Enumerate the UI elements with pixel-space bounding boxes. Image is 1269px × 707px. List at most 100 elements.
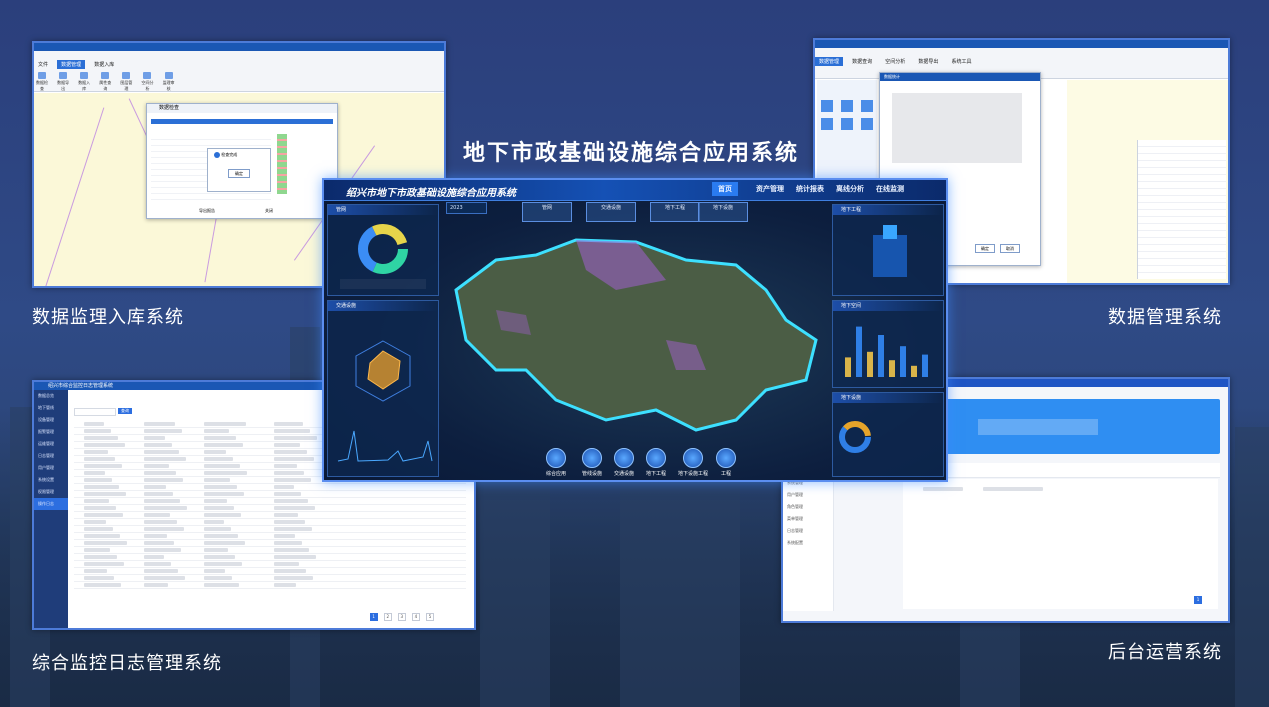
tool-icon[interactable] [841, 100, 853, 112]
ribbon-tab[interactable]: 数据导出 [914, 57, 942, 66]
nav-offline-analysis[interactable]: 离线分析 [836, 184, 864, 194]
sidebar-item[interactable]: 系统设置 [34, 474, 68, 486]
ribbon-tab[interactable]: 数据管理 [57, 60, 86, 69]
btn-pipeline[interactable]: 管线设施 [582, 448, 602, 477]
ribbon-button[interactable]: 图层管理 [119, 72, 133, 92]
sidebar-item[interactable]: 用户管理 [34, 462, 68, 474]
sidebar-item[interactable]: 地下管线 [34, 402, 68, 414]
tool-icon[interactable] [821, 118, 833, 130]
page-button[interactable]: 1 [369, 613, 378, 621]
blurred-cell [144, 534, 167, 538]
sidebar-item[interactable]: 报警管理 [34, 426, 68, 438]
sidebar-item[interactable]: 角色管理 [783, 501, 833, 513]
ok-button[interactable]: 确定 [975, 244, 995, 253]
sidebar-item[interactable]: 用户管理 [783, 489, 833, 501]
sidebar-item[interactable]: 数据总览 [34, 390, 68, 402]
btn-underground-eng[interactable]: 地下工程 [646, 448, 666, 477]
table-row[interactable] [74, 527, 466, 533]
tool-icon[interactable] [841, 118, 853, 130]
blurred-cell [204, 499, 227, 503]
page-button[interactable]: 1 [1194, 596, 1202, 604]
nav-reports[interactable]: 统计报表 [796, 184, 824, 194]
btn-engineering[interactable]: 工程 [716, 448, 736, 477]
tool-icon[interactable] [861, 100, 873, 112]
ring-chart [839, 421, 871, 453]
city-map[interactable] [436, 220, 828, 442]
blurred-cell [274, 562, 299, 566]
blurred-cell [204, 576, 232, 580]
ribbon-tab[interactable]: 数据查询 [848, 57, 876, 66]
table-row[interactable] [74, 485, 466, 491]
page-button[interactable]: 3 [397, 613, 406, 621]
cancel-button[interactable]: 取消 [1000, 244, 1020, 253]
blurred-cell [274, 457, 314, 461]
nav-online-monitor[interactable]: 在线监测 [876, 184, 904, 194]
spark-line [337, 430, 433, 462]
bar [878, 335, 884, 377]
sidebar-item-active[interactable]: 操作日志 [34, 498, 68, 510]
table-row[interactable] [74, 492, 466, 498]
tag-pipeline[interactable]: 管网 [522, 202, 572, 222]
table-row[interactable] [74, 506, 466, 512]
map-road [44, 107, 105, 286]
page-button[interactable]: 4 [411, 613, 420, 621]
search-button[interactable]: 查询 [118, 408, 132, 414]
table-row[interactable] [74, 541, 466, 547]
table-row[interactable] [74, 548, 466, 554]
page-button[interactable]: 2 [383, 613, 392, 621]
sidebar-item[interactable]: 设备管理 [34, 414, 68, 426]
ribbon-tab[interactable]: 数据管理 [815, 57, 844, 66]
panel-title: 地下工程 [833, 205, 943, 215]
blurred-cell [204, 562, 242, 566]
year-select[interactable]: 2023 [446, 202, 487, 214]
table-row[interactable] [74, 583, 466, 589]
table-row[interactable] [74, 555, 466, 561]
blurred-cell [84, 471, 105, 475]
ribbon-tab[interactable]: 文件 [34, 60, 52, 69]
legend-area [340, 279, 426, 289]
table-row[interactable] [74, 513, 466, 519]
ok-button[interactable]: 确定 [228, 169, 250, 178]
table-row[interactable] [74, 534, 466, 540]
blurred-cell [274, 569, 306, 573]
close-button[interactable]: 关闭 [265, 208, 273, 214]
table-row[interactable] [74, 499, 466, 505]
sidebar-item[interactable]: 日志管理 [783, 525, 833, 537]
tool-icon[interactable] [861, 118, 873, 130]
table-row[interactable] [74, 562, 466, 568]
sidebar-item[interactable]: 系统配置 [783, 537, 833, 549]
ribbon-tab[interactable]: 数据入库 [90, 60, 118, 69]
sidebar-item[interactable]: 运维管理 [34, 438, 68, 450]
btn-underground-fac[interactable]: 地下设施工程 [678, 448, 708, 477]
table-row[interactable] [74, 520, 466, 526]
ribbon-button[interactable]: 属性查询 [98, 72, 112, 92]
nav-assets[interactable]: 资产管理 [756, 184, 784, 194]
sidebar-item[interactable]: 日志管理 [34, 450, 68, 462]
nav-home[interactable]: 首页 [712, 182, 738, 196]
btn-comprehensive[interactable]: 综合应用 [546, 448, 566, 477]
blurred-cell [84, 499, 109, 503]
ribbon-tab[interactable]: 系统工具 [947, 57, 975, 66]
export-report-button[interactable]: 导出报告 [199, 208, 215, 214]
btn-traffic[interactable]: 交通设施 [614, 448, 634, 477]
blurred-cell [144, 422, 175, 426]
tag-underground-fac[interactable]: 地下设施 [698, 202, 748, 222]
caption-log-monitor: 综合监控日志管理系统 [32, 653, 222, 674]
tool-icon[interactable] [821, 100, 833, 112]
table-row[interactable] [74, 576, 466, 582]
tag-traffic[interactable]: 交通设施 [586, 202, 636, 222]
blurred-cell [274, 429, 310, 433]
ribbon-tab[interactable]: 空间分析 [881, 57, 909, 66]
tag-underground-eng[interactable]: 地下工程 [650, 202, 700, 222]
ribbon-button[interactable]: 监理审核 [162, 72, 176, 92]
sidebar-item[interactable]: 权限管理 [34, 486, 68, 498]
ribbon-button[interactable]: 空间分析 [140, 72, 154, 92]
page-button[interactable]: 5 [426, 613, 434, 621]
ribbon-button[interactable]: 数据导出 [56, 72, 70, 92]
search-input[interactable] [74, 408, 116, 416]
table-row[interactable] [74, 569, 466, 575]
ribbon-button[interactable]: 数据入库 [77, 72, 91, 92]
blurred-cell [144, 506, 187, 510]
sidebar-item[interactable]: 菜单管理 [783, 513, 833, 525]
ribbon-button[interactable]: 数据检查 [35, 72, 49, 92]
